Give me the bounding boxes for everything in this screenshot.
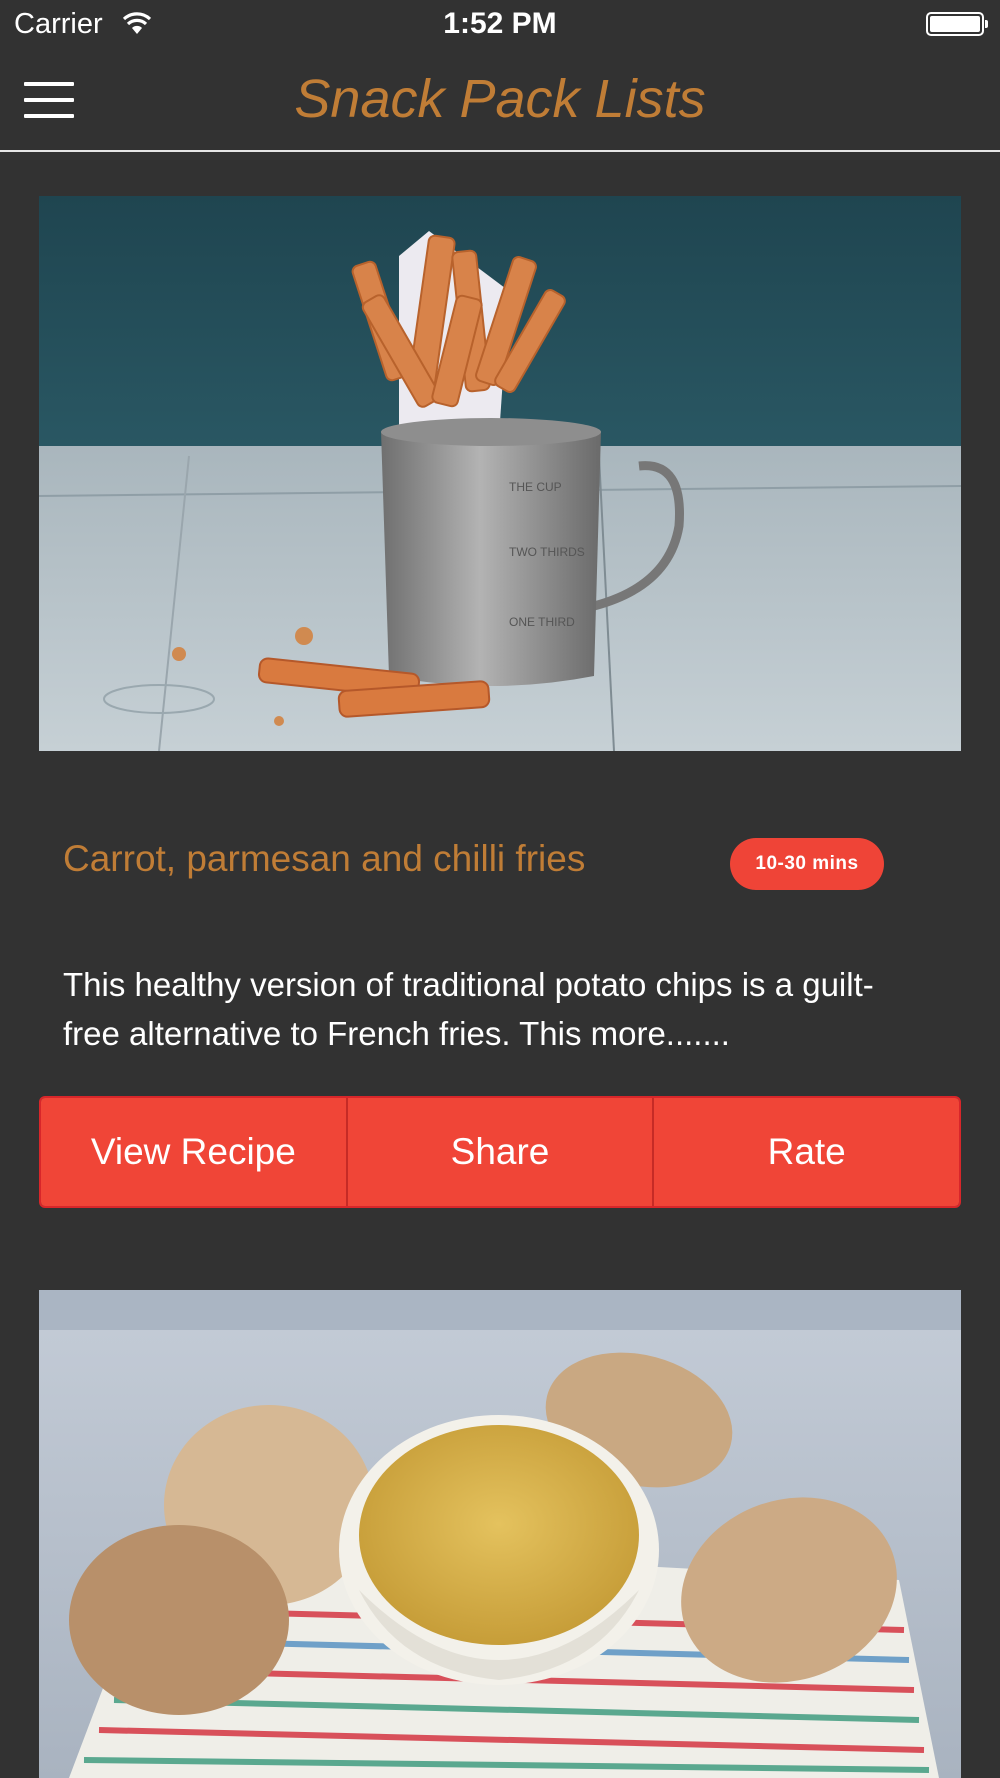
recipe-photo-hummus[interactable]	[39, 1290, 961, 1778]
share-button[interactable]: Share	[345, 1098, 653, 1206]
page-title: Snack Pack Lists	[294, 69, 706, 129]
navigation-bar: Snack Pack Lists	[0, 50, 1000, 152]
svg-text:ONE THIRD: ONE THIRD	[509, 615, 575, 629]
recipe-photo-carrot-fries[interactable]: THE CUP TWO THIRDS ONE THIRD	[39, 196, 961, 751]
status-time: 1:52 PM	[443, 7, 557, 40]
rate-button[interactable]: Rate	[652, 1098, 959, 1206]
time-badge: 10-30 mins	[730, 838, 884, 890]
battery-icon	[926, 12, 988, 36]
recipe-title[interactable]: Carrot, parmesan and chilli fries	[63, 838, 585, 880]
svg-text:THE CUP: THE CUP	[509, 480, 562, 494]
status-bar: Carrier 1:52 PM	[0, 0, 1000, 50]
svg-text:TWO THIRDS: TWO THIRDS	[509, 545, 585, 559]
recipe-actions: View Recipe Share Rate	[39, 1096, 961, 1208]
recipe-description: This healthy version of traditional pota…	[63, 966, 874, 1052]
view-recipe-button[interactable]: View Recipe	[41, 1098, 346, 1206]
